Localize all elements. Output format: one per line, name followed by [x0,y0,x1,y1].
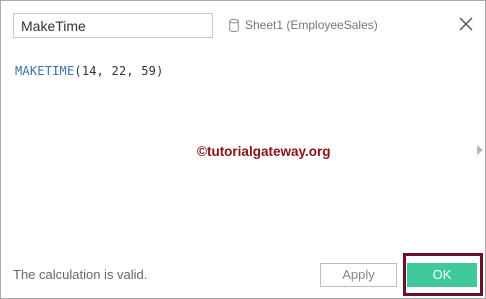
apply-button[interactable]: Apply [320,263,397,287]
close-icon[interactable] [457,15,475,33]
data-source-label: Sheet1 (EmployeeSales) [229,15,378,35]
expand-panel-arrow-icon[interactable] [477,145,483,155]
data-source-name: Sheet1 (EmployeeSales) [245,18,378,32]
calculation-name-input[interactable] [13,13,213,38]
formula-text[interactable]: MAKETIME(14, 22, 59) [15,64,164,78]
watermark: ©tutorialgateway.org [197,144,331,159]
formula-arguments: (14, 22, 59) [74,64,164,78]
ok-button[interactable]: OK [407,263,477,287]
calculation-editor-dialog: Sheet1 (EmployeeSales) MAKETIME(14, 22, … [0,0,486,299]
formula-function: MAKETIME [15,64,75,78]
validation-status: The calculation is valid. [13,267,148,282]
database-icon [229,18,239,32]
